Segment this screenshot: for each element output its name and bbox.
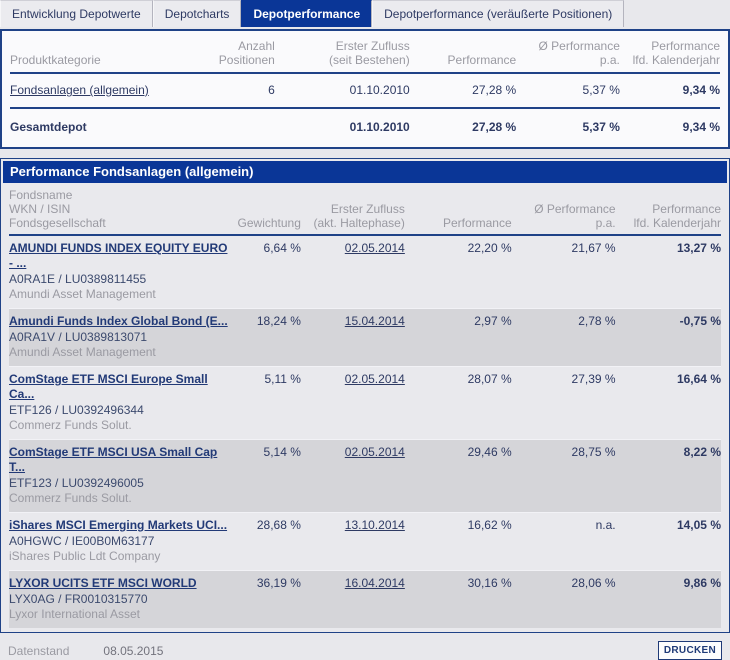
cell-performance-pa: 27,39 % <box>571 372 616 386</box>
header-fondsname: Fondsname WKN / ISIN Fondsgesellschaft <box>9 188 106 230</box>
header-erster-zufluss-haltephase: Erster Zufluss (akt. Haltephase) <box>313 202 405 230</box>
cell-weight: 18,24 % <box>256 314 301 328</box>
cell-weight: 36,19 % <box>256 576 301 590</box>
fund-company: Amundi Asset Management <box>9 345 156 359</box>
cell-weight: 5,14 % <box>263 445 301 459</box>
fund-company: Commerz Funds Solut. <box>9 491 132 505</box>
header-gewichtung: Gewichtung <box>237 216 301 230</box>
header-performance: Performance <box>442 216 512 230</box>
cell-performance: 22,20 % <box>467 241 512 255</box>
header-anzahl-positionen: Anzahl Positionen <box>218 39 275 67</box>
fund-company: iShares Public Ldt Company <box>9 549 161 563</box>
cell-positions: 6 <box>268 83 275 97</box>
fund-wkn-isin: ETF126 / LU0392496344 <box>9 403 144 417</box>
cell-performance: 28,07 % <box>467 372 512 386</box>
cell-inflow: 01.10.2010 <box>349 120 410 134</box>
cell-performance-ytd: 16,64 % <box>676 372 721 386</box>
summary-panel: Produktkategorie Anzahl Positionen Erste… <box>0 29 730 149</box>
cell-performance-pa: 5,37 % <box>582 120 620 134</box>
fund-company: Amundi Asset Management <box>9 287 156 301</box>
fund-wkn-isin: A0RA1E / LU0389811455 <box>9 272 147 286</box>
fund-company: Commerz Funds Solut. <box>9 418 132 432</box>
fund-row-comstage-europe: ComStage ETF MSCI Europe Small Ca... ETF… <box>9 366 721 440</box>
fund-wkn-isin: A0RA1V / LU0389813071 <box>9 330 148 344</box>
cell-performance-pa: 21,67 % <box>571 241 616 255</box>
fund-link[interactable]: LYXOR UCITS ETF MSCI WORLD <box>9 576 230 591</box>
cell-performance-ytd: 13,27 % <box>676 241 721 255</box>
fund-header-row: Fondsname WKN / ISIN Fondsgesellschaft G… <box>9 183 721 235</box>
cell-performance-ytd: 9,86 % <box>683 576 721 590</box>
fund-row-amundi-equity: AMUNDI FUNDS INDEX EQUITY EURO - ... A0R… <box>9 235 721 309</box>
inflow-date-link[interactable]: 16.04.2014 <box>345 576 405 590</box>
print-button[interactable]: DRUCKEN <box>657 641 722 660</box>
depot-performance-page: Entwicklung Depotwerte Depotcharts Depot… <box>0 0 730 660</box>
cell-performance: 30,16 % <box>467 576 512 590</box>
cell-performance-ytd: 14,05 % <box>676 518 721 532</box>
cell-inflow: 01.10.2010 <box>349 83 410 97</box>
cell-performance-pa: 28,06 % <box>571 576 616 590</box>
inflow-date-link[interactable]: 02.05.2014 <box>345 445 405 459</box>
fund-link[interactable]: iShares MSCI Emerging Markets UCI... <box>9 518 230 533</box>
header-produktkategorie: Produktkategorie <box>10 53 101 67</box>
tab-depotcharts[interactable]: Depotcharts <box>152 0 242 27</box>
footer-bar: Datenstand 08.05.2015 DRUCKEN <box>0 633 730 660</box>
table-row-gesamtdepot: Gesamtdepot 01.10.2010 27,28 % 5,37 % 9,… <box>10 108 720 147</box>
cell-performance-ytd: 8,22 % <box>683 445 721 459</box>
cell-weight: 28,68 % <box>256 518 301 532</box>
fund-link[interactable]: Amundi Funds Index Global Bond (E... <box>9 314 230 329</box>
funds-panel: Performance Fondsanlagen (allgemein) Fon… <box>0 158 730 633</box>
fund-table: Fondsname WKN / ISIN Fondsgesellschaft G… <box>9 183 721 628</box>
fund-company: Lyxor International Asset <box>9 607 140 621</box>
tab-entwicklung-depotwerte[interactable]: Entwicklung Depotwerte <box>0 0 153 27</box>
cell-performance: 27,28 % <box>472 83 517 97</box>
cell-performance-ytd: 9,34 % <box>682 120 720 134</box>
cell-performance: 2,97 % <box>474 314 512 328</box>
cell-performance-pa: 5,37 % <box>582 83 620 97</box>
fund-wkn-isin: A0HGWC / IE00B0M63177 <box>9 534 155 548</box>
header-performance-ytd: Performance lfd. Kalenderjahr <box>632 39 720 67</box>
cell-positions <box>205 108 275 147</box>
fund-row-comstage-usa: ComStage ETF MSCI USA Small Cap T... ETF… <box>9 439 721 513</box>
table-row-fondsanlagen: Fondsanlagen (allgemein) 6 01.10.2010 27… <box>10 73 720 108</box>
header-performance-pa: Ø Performance p.a. <box>534 202 616 230</box>
fund-row-amundi-bond: Amundi Funds Index Global Bond (E... A0R… <box>9 308 721 367</box>
summary-table: Produktkategorie Anzahl Positionen Erste… <box>10 31 720 147</box>
summary-header-row: Produktkategorie Anzahl Positionen Erste… <box>10 31 720 73</box>
cell-performance: 16,62 % <box>467 518 512 532</box>
cell-performance: 27,28 % <box>472 120 517 134</box>
fund-row-ishares-em: iShares MSCI Emerging Markets UCI... A0H… <box>9 512 721 571</box>
cell-performance-pa: 2,78 % <box>578 314 616 328</box>
cell-performance-ytd: 9,34 % <box>682 83 720 97</box>
fund-wkn-isin: LYX0AG / FR0010315770 <box>9 592 148 606</box>
datenstand-label: Datenstand <box>8 643 70 658</box>
inflow-date-link[interactable]: 15.04.2014 <box>345 314 405 328</box>
inflow-date-link[interactable]: 13.10.2014 <box>345 518 405 532</box>
inflow-date-link[interactable]: 02.05.2014 <box>345 241 405 255</box>
tab-bar: Entwicklung Depotwerte Depotcharts Depot… <box>0 0 730 27</box>
fund-link[interactable]: AMUNDI FUNDS INDEX EQUITY EURO - ... <box>9 241 230 271</box>
cell-weight: 6,64 % <box>263 241 301 255</box>
header-erster-zufluss: Erster Zufluss (seit Bestehen) <box>329 39 410 67</box>
cell-performance-pa: n.a. <box>595 518 616 532</box>
cell-performance: 29,46 % <box>467 445 512 459</box>
fondsanlagen-link[interactable]: Fondsanlagen (allgemein) <box>10 83 149 97</box>
funds-panel-title: Performance Fondsanlagen (allgemein) <box>3 161 727 183</box>
inflow-date-link[interactable]: 02.05.2014 <box>345 372 405 386</box>
cell-performance-ytd: -0,75 % <box>679 314 721 328</box>
fund-link[interactable]: ComStage ETF MSCI Europe Small Ca... <box>9 372 230 402</box>
tab-depotperformance-veraeusserte[interactable]: Depotperformance (veräußerte Positionen) <box>372 0 625 27</box>
header-performance-ytd: Performance lfd. Kalenderjahr <box>633 202 721 230</box>
fund-wkn-isin: ETF123 / LU0392496005 <box>9 476 144 490</box>
cell-performance-pa: 28,75 % <box>571 445 616 459</box>
header-performance: Performance <box>447 53 517 67</box>
datenstand-date: 08.05.2015 <box>103 643 164 658</box>
header-performance-pa: Ø Performance p.a. <box>538 39 620 67</box>
tab-depotperformance[interactable]: Depotperformance <box>241 0 373 27</box>
cell-weight: 5,11 % <box>264 372 301 386</box>
fund-link[interactable]: ComStage ETF MSCI USA Small Cap T... <box>9 445 230 475</box>
gesamtdepot-label: Gesamtdepot <box>10 120 87 134</box>
fund-row-lyxor-world: LYXOR UCITS ETF MSCI WORLD LYX0AG / FR00… <box>9 570 721 628</box>
